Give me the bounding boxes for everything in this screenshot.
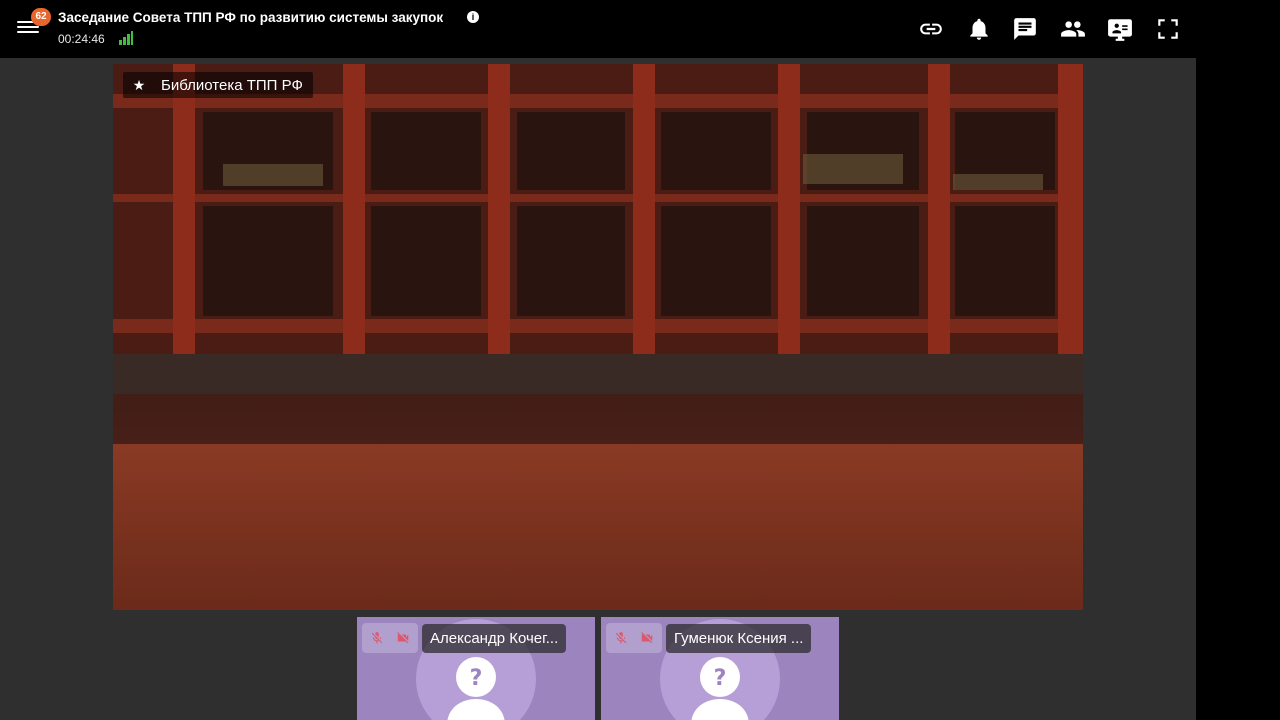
participants-icon bbox=[1061, 21, 1085, 37]
fullscreen-button[interactable] bbox=[1155, 16, 1181, 42]
menu-icon-bar bbox=[17, 31, 39, 33]
chat-button[interactable] bbox=[1012, 16, 1038, 42]
mic-off-icon[interactable] bbox=[365, 626, 389, 650]
meeting-title: Заседание Совета ТПП РФ по развитию сист… bbox=[58, 10, 444, 25]
fullscreen-icon bbox=[1158, 19, 1178, 39]
participant-controls bbox=[362, 623, 418, 653]
video-background-bookshelves bbox=[113, 64, 1083, 394]
info-icon[interactable]: i bbox=[467, 11, 479, 23]
star-icon[interactable]: ★ bbox=[127, 77, 151, 94]
participant-tile[interactable]: ? Гуменюк Ксения ... bbox=[601, 617, 839, 720]
camera-off-icon[interactable] bbox=[635, 626, 659, 650]
top-bar: 62 Заседание Совета ТПП РФ по развитию с… bbox=[0, 0, 1280, 58]
participant-name: Александр Кочег... bbox=[422, 624, 567, 653]
meeting-timer: 00:24:46 bbox=[58, 32, 105, 46]
notification-badge: 62 bbox=[31, 8, 51, 26]
participant-tile[interactable]: ? Александр Кочег... bbox=[357, 617, 595, 720]
participants-button[interactable] bbox=[1060, 16, 1086, 42]
pinned-source-name: Библиотека ТПП РФ bbox=[161, 76, 303, 94]
participant-controls bbox=[606, 623, 662, 653]
presentation-button[interactable] bbox=[1107, 16, 1133, 42]
main-video[interactable]: ★ Библиотека ТПП РФ bbox=[113, 64, 1083, 610]
svg-text:?: ? bbox=[470, 666, 483, 691]
right-panel bbox=[1196, 58, 1280, 720]
copy-link-button[interactable] bbox=[918, 16, 944, 42]
link-icon bbox=[920, 23, 942, 35]
svg-text:?: ? bbox=[714, 666, 727, 691]
participant-name: Гуменюк Ксения ... bbox=[666, 624, 812, 653]
mic-off-icon[interactable] bbox=[609, 626, 633, 650]
camera-off-icon[interactable] bbox=[391, 626, 415, 650]
present-icon bbox=[1108, 19, 1132, 41]
notifications-button[interactable] bbox=[966, 16, 992, 42]
video-table bbox=[113, 444, 1083, 610]
unknown-user-icon: ? bbox=[691, 657, 749, 720]
signal-bars-icon bbox=[119, 31, 133, 45]
bell-icon bbox=[970, 18, 988, 40]
chat-icon bbox=[1014, 18, 1036, 40]
pinned-source-label: ★ Библиотека ТПП РФ bbox=[123, 72, 313, 98]
unknown-user-icon: ? bbox=[447, 657, 505, 720]
menu-icon-bar bbox=[17, 26, 39, 28]
